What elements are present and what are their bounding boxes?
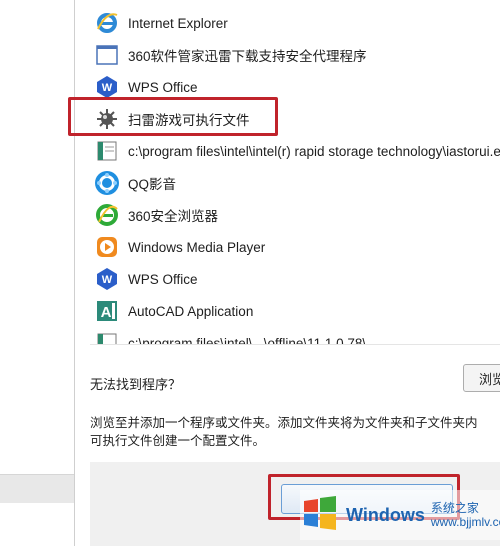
list-item[interactable]: 360安全浏览器 <box>90 200 500 230</box>
list-item[interactable]: Internet Explorer <box>90 8 500 38</box>
list-item-label: Internet Explorer <box>128 15 228 31</box>
exe-file-icon <box>94 330 120 344</box>
list-item-label: WPS Office <box>128 79 198 95</box>
cant-find-label: 无法找到程序？ <box>90 377 182 392</box>
list-item-label: Windows Media Player <box>128 239 266 255</box>
description-text: 浏览至并添加一个程序或文件夹。添加文件夹将为文件夹和子文件夹内 可执行文件创建一… <box>90 414 500 450</box>
list-item[interactable]: 360软件管家迅雷下载支持安全代理程序 <box>90 40 500 70</box>
description-line: 浏览至并添加一个程序或文件夹。添加文件夹将为文件夹和子文件夹内 <box>90 416 478 430</box>
list-item-label: QQ影音 <box>128 177 177 192</box>
internet-explorer-icon <box>94 10 120 36</box>
list-item-label: 360安全浏览器 <box>128 209 219 224</box>
desktop-background <box>0 0 82 546</box>
list-item[interactable]: W WPS Office <box>90 264 500 294</box>
watermark-sub: 系统之家 <box>430 501 479 515</box>
list-item[interactable]: Windows Media Player <box>90 232 500 262</box>
list-item-label: c:\program files\intel\...\offline\11.1.… <box>128 335 378 345</box>
svg-text:W: W <box>102 82 113 94</box>
list-item[interactable]: c:\program files\intel\intel(r) rapid st… <box>90 136 500 166</box>
list-item-label: WPS Office <box>128 271 198 287</box>
autocad-icon: A <box>94 298 120 324</box>
media-player-icon <box>94 234 120 260</box>
list-divider <box>90 344 500 345</box>
desktop-shelf <box>0 474 82 503</box>
exe-file-icon <box>94 138 120 164</box>
list-item[interactable]: QQ影音 <box>90 168 500 198</box>
svg-text:A: A <box>101 304 112 321</box>
watermark: Windows 系统之家 www.bjjmlv.com <box>300 490 500 540</box>
list-item-label: AutoCAD Application <box>128 303 254 319</box>
description-line: 可执行文件创建一个配置文件。 <box>90 434 266 448</box>
list-item-label: c:\program files\intel\intel(r) rapid st… <box>128 143 500 159</box>
blank-window-icon <box>94 42 120 68</box>
list-item-label: 360软件管家迅雷下载支持安全代理程序 <box>128 49 367 64</box>
svg-text:W: W <box>102 274 113 286</box>
list-item[interactable]: A AutoCAD Application <box>90 296 500 326</box>
windows-logo-icon <box>300 495 340 536</box>
wps-office-icon: W <box>94 266 120 292</box>
selection-highlight-box <box>68 97 278 136</box>
watermark-title: Windows <box>346 504 425 525</box>
360-browser-icon <box>94 202 120 228</box>
browse-button[interactable]: 浏览 <box>463 364 500 392</box>
program-list[interactable]: Internet Explorer 360软件管家迅雷下载支持安全代理程序 W … <box>90 0 500 344</box>
qq-player-icon <box>94 170 120 196</box>
watermark-url: www.bjjmlv.com <box>430 515 500 529</box>
list-item[interactable]: c:\program files\intel\...\offline\11.1.… <box>90 328 500 344</box>
